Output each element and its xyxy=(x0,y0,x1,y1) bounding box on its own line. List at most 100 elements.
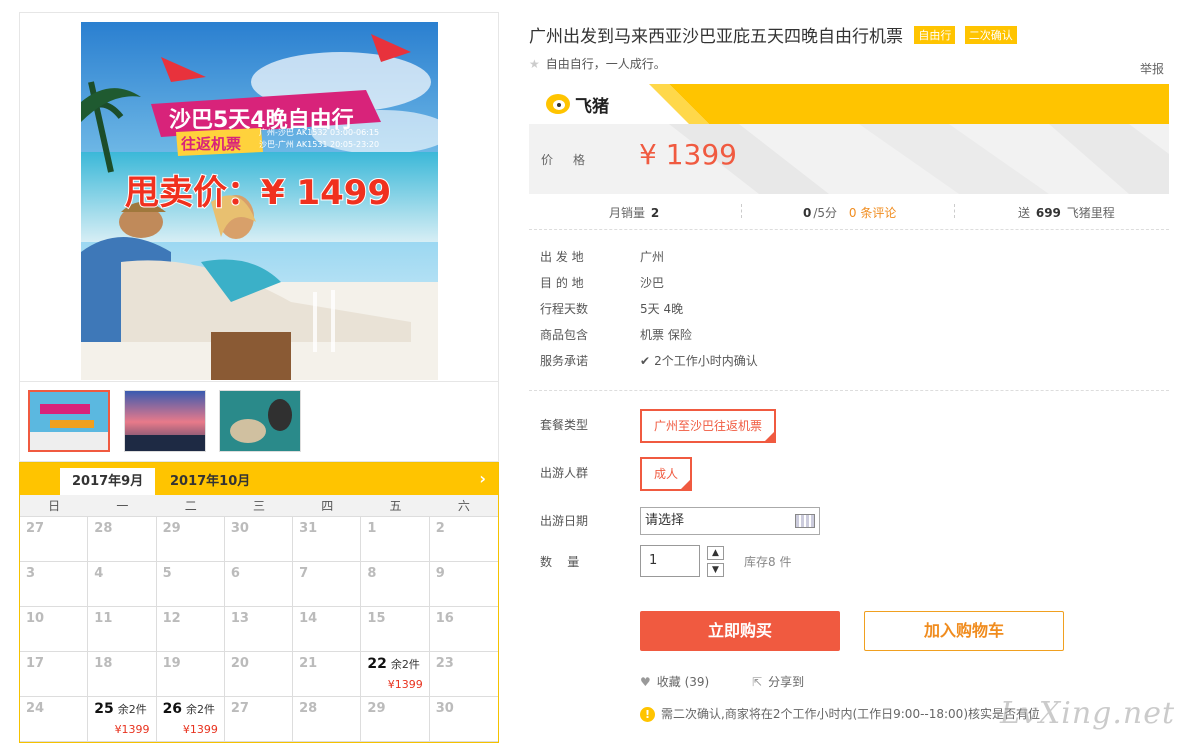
chevron-right-icon[interactable]: › xyxy=(479,469,486,488)
miles: 送 699 飞猪里程 xyxy=(1018,204,1115,221)
traveler-option[interactable]: 成人 xyxy=(640,457,693,491)
calendar-day: 17 xyxy=(20,652,89,697)
warning-icon: ! xyxy=(640,707,655,722)
info-value: 机票 保险 xyxy=(640,328,692,342)
calendar-day: 29 xyxy=(361,697,430,742)
rating: 0/5分 0 条评论 xyxy=(801,204,896,221)
calendar-day-number: 25 xyxy=(94,701,114,717)
calendar-day: 8 xyxy=(361,562,430,607)
calendar-day: 10 xyxy=(20,607,89,652)
info-row-destination: 目 的 地 沙巴 xyxy=(540,274,1140,300)
calendar-day[interactable]: 26 余2件 ¥1399 xyxy=(156,697,225,742)
banner-illustration: 沙巴5天4晚自由行 往返机票 广州-沙巴 AK1532 03:00-06:15 … xyxy=(81,22,438,380)
quantity-input[interactable]: 1 xyxy=(640,545,700,577)
calendar-day-number: 30 xyxy=(435,701,454,716)
monthly-sales-label: 月销量 xyxy=(609,206,646,220)
info-label: 商品包含 xyxy=(540,328,589,342)
product-title-text: 广州出发到马来西亚沙巴亚庇五天四晚自由行机票 xyxy=(529,27,903,47)
calendar-day-number: 28 xyxy=(94,521,113,536)
report-link[interactable]: 举报 xyxy=(1140,60,1164,77)
calendar-day: 12 xyxy=(156,607,225,652)
monthly-sales: 月销量 2 xyxy=(609,204,661,221)
calendar-day-number: 13 xyxy=(230,611,249,626)
banner-promo-price: 甩卖价：¥ 1499 xyxy=(125,173,391,213)
favorite-button[interactable]: ♥ 收藏 (39) xyxy=(640,673,709,690)
travel-date-input[interactable]: 请选择 xyxy=(640,507,820,535)
calendar-weekday: 五 xyxy=(389,499,402,513)
info-label: 服务承诺 xyxy=(540,354,589,368)
price-value: ¥ 1399 xyxy=(639,138,737,171)
favorite-label: 收藏 (39) xyxy=(656,675,710,689)
calendar-day[interactable]: 25 余2件 ¥1399 xyxy=(88,697,157,742)
calendar-weekday: 一 xyxy=(116,499,129,513)
calendar-day-stock: 余2件 xyxy=(186,703,216,716)
travel-date-label: 出游日期 xyxy=(540,514,589,528)
calendar-day: 19 xyxy=(156,652,225,697)
review-count-link[interactable]: 0 条评论 xyxy=(849,206,896,220)
calendar-icon[interactable] xyxy=(795,514,815,528)
info-value: 2个工作小时内确认 xyxy=(654,354,758,368)
rating-suffix: /5分 xyxy=(813,206,838,220)
calendar-day: 29 xyxy=(156,517,225,562)
calendar-day: 30 xyxy=(224,517,294,562)
calendar-day-stock: 余2件 xyxy=(390,658,420,671)
calendar-day: 14 xyxy=(293,607,362,652)
calendar-day-number: 28 xyxy=(299,701,318,716)
buy-now-button[interactable]: 立即购买 xyxy=(640,611,840,651)
product-title: 广州出发到马来西亚沙巴亚庇五天四晚自由行机票 自由行 二次确认 xyxy=(529,22,1017,47)
calendar-day-number: 7 xyxy=(299,566,309,581)
info-label: 出 发 地 xyxy=(540,250,584,264)
calendar-day-number: 18 xyxy=(94,656,113,671)
share-button[interactable]: ⇱ 分享到 xyxy=(752,673,804,690)
calendar-day-number: 2 xyxy=(435,521,445,536)
price-panel: 飞猪 价格 ¥ 1399 xyxy=(529,84,1169,194)
banner-flight-2: 沙巴-广州 AK1531 20:05-23:20 xyxy=(259,139,379,149)
calendar-day[interactable]: 22 余2件 ¥1399 xyxy=(361,652,430,697)
calendar-day-number: 9 xyxy=(435,566,445,581)
calendar-month-tab-sep[interactable]: 2017年9月 xyxy=(60,468,156,495)
reconfirm-notice: ! 需二次确认,商家将在2个工作小时内(工作日9:00--18:00)核实是否有位 xyxy=(640,705,1040,722)
calendar-day: 13 xyxy=(224,607,294,652)
package-option[interactable]: 广州至沙巴往返机票 xyxy=(640,409,777,443)
calendar-day: 6 xyxy=(224,562,294,607)
share-icon: ⇱ xyxy=(752,675,763,689)
miles-value: 699 xyxy=(1035,206,1061,220)
calendar-day-number: 11 xyxy=(94,611,113,626)
thumbnail-3[interactable] xyxy=(219,390,301,452)
calendar-day-number: 24 xyxy=(26,701,45,716)
calendar-day-number: 23 xyxy=(435,656,454,671)
calendar-day: 30 xyxy=(429,697,498,742)
calendar-day: 28 xyxy=(293,697,362,742)
calendar-day-number: 19 xyxy=(162,656,181,671)
add-to-cart-button[interactable]: 加入购物车 xyxy=(864,611,1064,651)
notice-text: 需二次确认,商家将在2个工作小时内(工作日9:00--18:00)核实是否有位 xyxy=(661,707,1041,721)
calendar-day: 1 xyxy=(361,517,430,562)
divider xyxy=(529,390,1169,391)
calendar-grid: 27 28 29 30 31 1 2 3 4 5 6 7 8 9 10 11 12 13 14 15 16 17 18 19 2… xyxy=(20,517,498,742)
calendar-day-number: 26 xyxy=(162,701,183,717)
calendar-day-stock: 余2件 xyxy=(117,703,147,716)
tag-reconfirm: 二次确认 xyxy=(964,26,1017,44)
calendar-day-number: 10 xyxy=(26,611,45,626)
calendar-month-tab-oct[interactable]: 2017年10月 xyxy=(158,468,262,495)
calendar-day: 2 xyxy=(429,517,498,562)
calendar-day-number: 17 xyxy=(26,656,45,671)
calendar-day-number: 27 xyxy=(26,521,45,536)
calendar-weekday: 日 xyxy=(48,499,61,513)
calendar-weekday: 三 xyxy=(252,499,265,513)
calendar-day-number: 31 xyxy=(299,521,318,536)
watermark: LvXing.net xyxy=(1000,696,1176,731)
rating-value: 0 xyxy=(803,206,812,220)
product-subtitle: ★ 自由自行，一人成行。 xyxy=(529,55,666,72)
tag-free-travel: 自由行 xyxy=(914,26,956,44)
calendar-day-number: 6 xyxy=(230,566,240,581)
calendar-day-number: 14 xyxy=(299,611,318,626)
calendar-day: 16 xyxy=(429,607,498,652)
thumbnail-1[interactable] xyxy=(28,390,110,452)
product-info-list: 出 发 地 广州 目 的 地 沙巴 行程天数 5天 4晚 商品包含 机票 保险 服务承诺… xyxy=(540,248,1140,378)
calendar-day-number: 4 xyxy=(94,566,104,581)
quantity-increase-button[interactable]: ▲ xyxy=(707,546,724,560)
quantity-decrease-button[interactable]: ▼ xyxy=(707,563,724,577)
calendar-day: 28 xyxy=(88,517,157,562)
thumbnail-2[interactable] xyxy=(124,390,206,452)
